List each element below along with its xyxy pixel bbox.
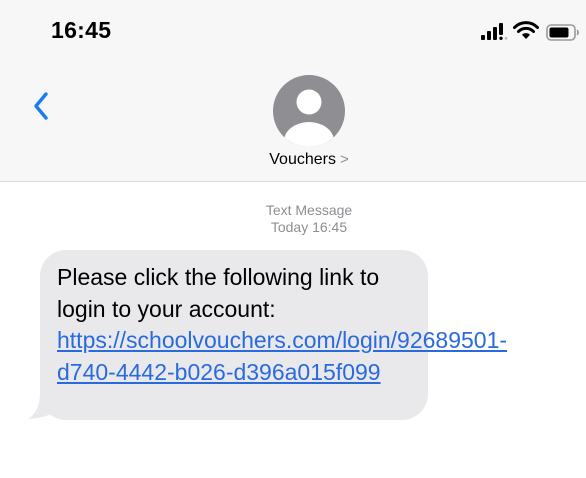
message-body: Please click the following link to login… bbox=[57, 262, 507, 388]
cellular-signal-icon bbox=[481, 23, 508, 40]
wifi-icon bbox=[513, 21, 539, 39]
status-time: 16:45 bbox=[51, 17, 112, 43]
contact-details-chevron-icon: > bbox=[339, 151, 349, 168]
chevron-left-icon bbox=[34, 92, 48, 120]
message-timestamp: Today 16:45 bbox=[270, 219, 348, 235]
message-link[interactable]: https://schoolvouchers.com/login/9268950… bbox=[57, 327, 507, 385]
message-type-label: Text Message bbox=[265, 202, 353, 218]
message-meta: Text Message Today 16:45 bbox=[0, 202, 586, 236]
contact-name: Vouchers bbox=[269, 151, 336, 168]
message-text: Please click the following link to login… bbox=[57, 264, 380, 322]
header-divider bbox=[0, 181, 586, 182]
back-button[interactable] bbox=[28, 88, 58, 124]
contact-name-button[interactable]: Vouchers > bbox=[0, 151, 586, 169]
contact-avatar[interactable] bbox=[273, 75, 345, 147]
battery-icon bbox=[546, 24, 579, 41]
